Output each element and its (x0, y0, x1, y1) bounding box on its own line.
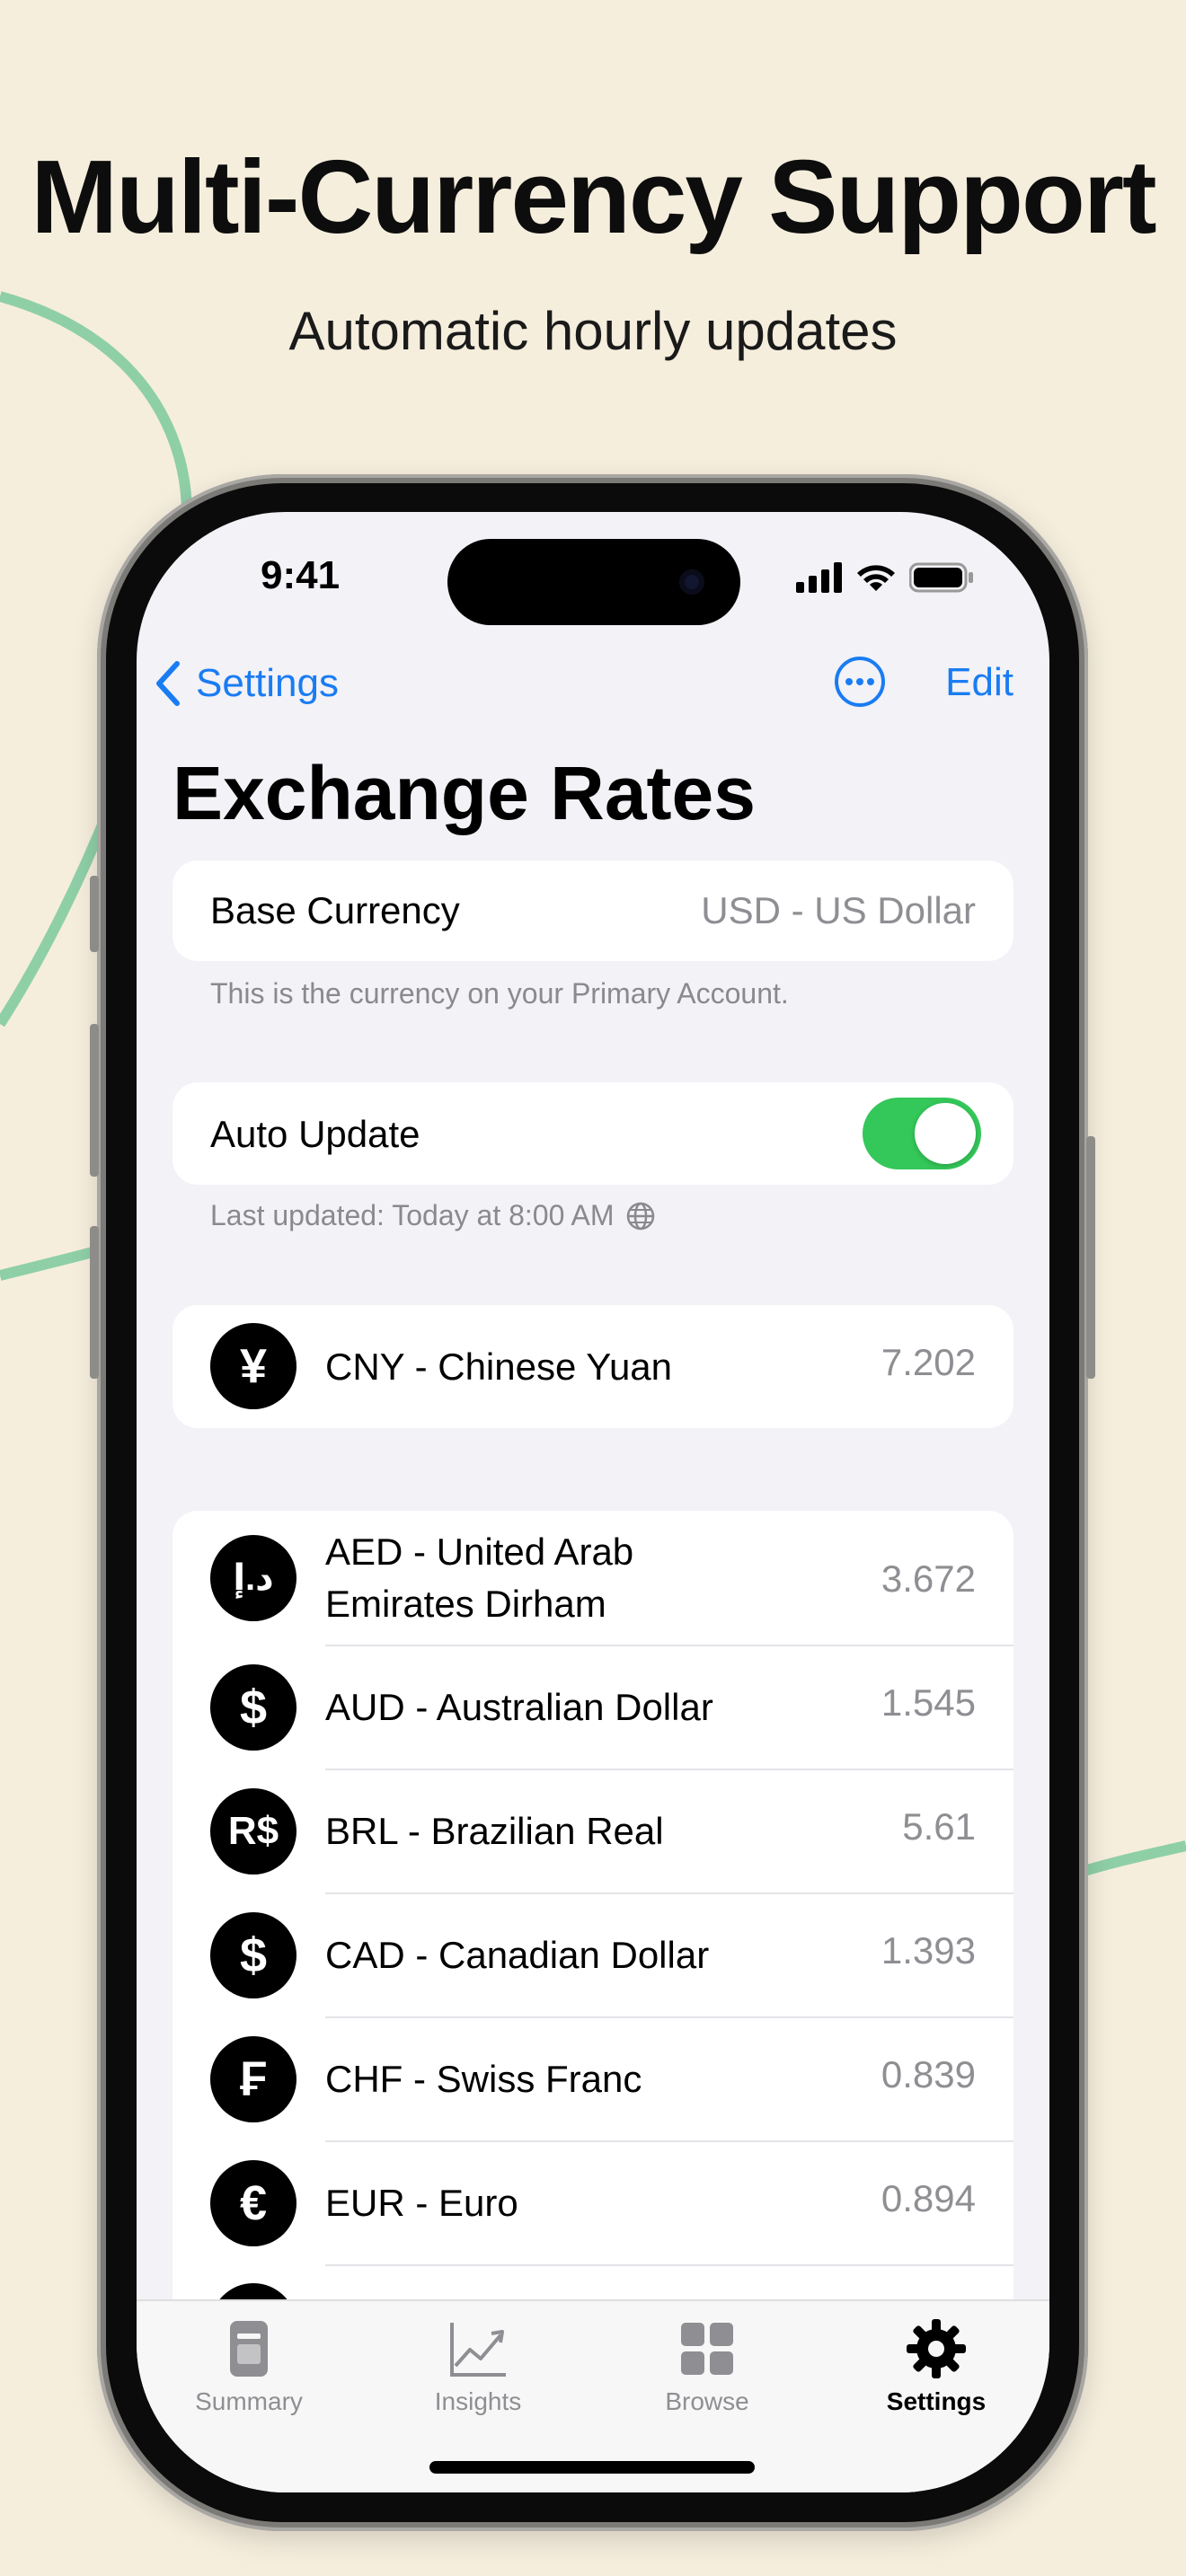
power-button (1086, 1136, 1095, 1379)
auto-update-cell: Auto Update (173, 1082, 1013, 1185)
summary-icon (230, 2321, 268, 2377)
currency-name: AED - United Arab Emirates Dirham (325, 1531, 634, 1625)
volume-down-button (90, 1226, 99, 1379)
pinned-currency-cell[interactable]: ¥ CNY - Chinese Yuan 7.202 (173, 1305, 1013, 1428)
tab-browse[interactable]: Browse (635, 2317, 779, 2416)
tab-summary[interactable]: Summary (177, 2317, 321, 2416)
currency-list: د.إ AED - United Arab Emirates Dirham 3.… (173, 1511, 1013, 2369)
tab-label: Browse (665, 2387, 749, 2415)
currency-name: EUR - Euro (325, 2182, 518, 2224)
globe-icon (626, 1202, 654, 1230)
tab-insights[interactable]: Insights (406, 2317, 550, 2416)
currency-row-aed[interactable]: د.إ AED - United Arab Emirates Dirham 3.… (173, 1511, 1013, 1645)
base-currency-label: Base Currency (210, 889, 460, 931)
euro-icon: € (210, 2160, 296, 2246)
currency-row-aud[interactable]: $ AUD - Australian Dollar 1.545 (173, 1645, 1013, 1769)
dollar-icon: $ (210, 1912, 296, 1998)
auto-update-label: Auto Update (210, 1113, 420, 1155)
currency-rate: 1.545 (881, 1681, 976, 1724)
volume-up-button (90, 1024, 99, 1177)
currency-rate: 5.61 (902, 1805, 976, 1848)
status-icons (796, 562, 974, 593)
currency-rate: 7.202 (881, 1341, 976, 1383)
cellular-signal-icon (796, 562, 842, 593)
promo-headline: Multi-Currency Support (31, 138, 1156, 255)
tab-label: Summary (195, 2387, 303, 2415)
currency-name: CHF - Swiss Franc (325, 2058, 642, 2100)
real-icon: R$ (210, 1788, 296, 1875)
dirham-icon: د.إ (210, 1535, 296, 1621)
battery-icon (909, 562, 973, 593)
phone-screen: 9:41 Settings Edit Exchange Rates Base C… (137, 512, 1049, 2492)
base-currency-value: USD - US Dollar (701, 889, 976, 931)
grid-icon (681, 2323, 733, 2375)
ellipsis-circle-icon[interactable] (834, 656, 886, 708)
currency-name: CAD - Canadian Dollar (325, 1934, 710, 1976)
action-button (90, 876, 99, 952)
currency-rate: 0.894 (881, 2177, 976, 2219)
franc-icon: ₣ (210, 2036, 296, 2122)
tab-settings[interactable]: Settings (864, 2317, 1008, 2416)
status-time: 9:41 (261, 553, 341, 597)
row-separator (325, 2264, 1013, 2266)
currency-row-brl[interactable]: R$ BRL - Brazilian Real 5.61 (173, 1769, 1013, 1893)
page-title: Exchange Rates (173, 751, 756, 835)
currency-row-chf[interactable]: ₣ CHF - Swiss Franc 0.839 (173, 2017, 1013, 2141)
currency-rate: 3.672 (881, 1557, 976, 1600)
tab-label: Insights (434, 2387, 522, 2415)
currency-name: AUD - Australian Dollar (325, 1686, 713, 1728)
dollar-icon: $ (210, 1664, 296, 1751)
currency-name: CNY - Chinese Yuan (325, 1345, 673, 1388)
edit-button[interactable]: Edit (945, 660, 1013, 705)
promo-subhead: Automatic hourly updates (288, 301, 898, 361)
currency-rate: 0.839 (881, 2053, 976, 2095)
gear-icon (907, 2319, 966, 2378)
yuan-icon: ¥ (210, 1323, 296, 1409)
last-updated-row: Last updated: Today at 8:00 AM (210, 1199, 656, 1232)
chevron-left-icon (156, 661, 180, 706)
chart-line-icon (450, 2323, 506, 2377)
currency-rate: 1.393 (881, 1929, 976, 1972)
auto-update-toggle[interactable] (863, 1098, 981, 1169)
currency-row-eur[interactable]: € EUR - Euro 0.894 (173, 2141, 1013, 2265)
back-label: Settings (196, 661, 339, 705)
dynamic-island (447, 539, 740, 625)
last-updated-text: Last updated: Today at 8:00 AM (210, 1199, 615, 1231)
home-indicator (429, 2461, 755, 2474)
tab-label: Settings (886, 2387, 987, 2415)
currency-name: BRL - Brazilian Real (325, 1810, 664, 1852)
currency-row-cad[interactable]: $ CAD - Canadian Dollar 1.393 (173, 1893, 1013, 2017)
back-button[interactable]: Settings (155, 660, 339, 707)
base-currency-cell[interactable]: Base Currency USD - US Dollar (173, 860, 1013, 961)
wifi-icon (857, 565, 895, 591)
base-currency-footnote: This is the currency on your Primary Acc… (210, 977, 789, 1010)
